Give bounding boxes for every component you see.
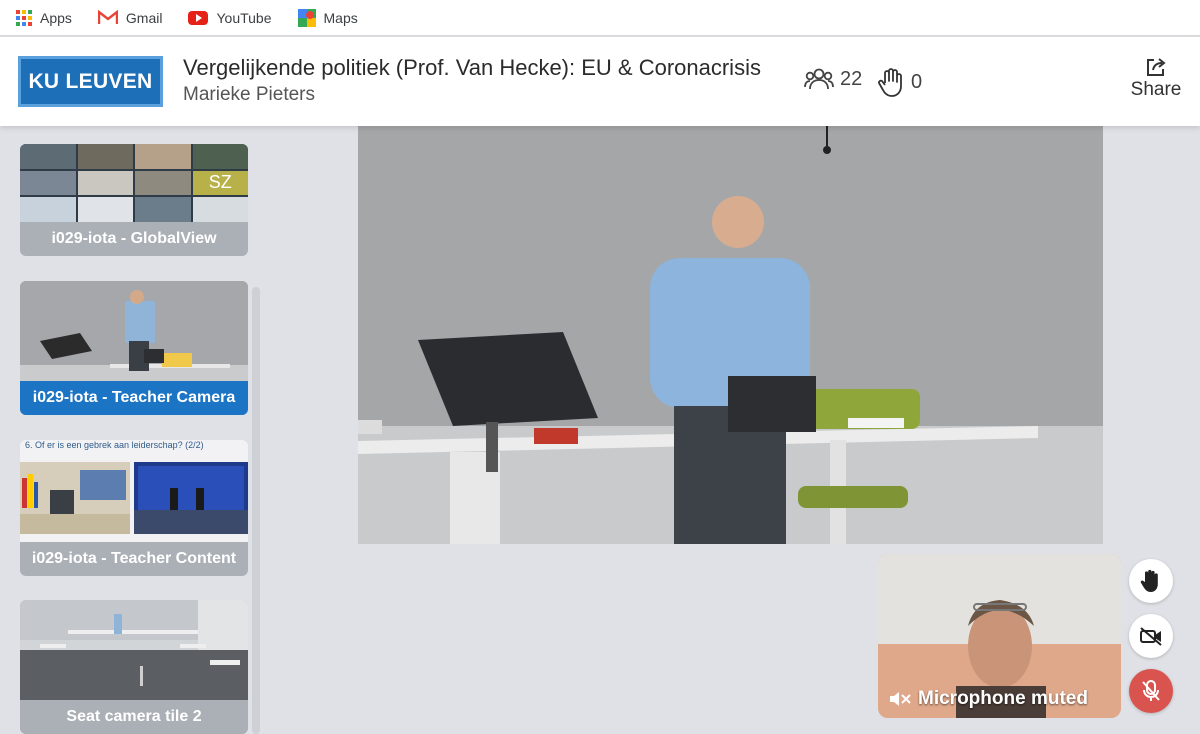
apps-grid-icon: [16, 9, 32, 26]
participants-count-value: 22: [840, 67, 863, 90]
sidebar-tile-teacher-camera[interactable]: i029-iota - Teacher Camera: [20, 281, 248, 415]
teacher-camera-thumbnail: [20, 281, 248, 381]
maps-icon: [297, 8, 316, 27]
bookmarks-bar: Apps Gmail YouTube Maps: [0, 0, 1200, 36]
slide-thumbnail: [20, 462, 248, 534]
speaker-muted-icon: [890, 692, 911, 706]
header: KU LEUVEN Vergelijkende politiek (Prof. …: [0, 37, 1200, 126]
mic-off-icon: [1142, 680, 1160, 701]
share-button[interactable]: Share: [1128, 57, 1184, 101]
presenter-name: Marieke Pieters: [183, 84, 315, 105]
ku-leuven-logo: KU LEUVEN: [18, 56, 163, 107]
raised-hands-count[interactable]: 0: [877, 67, 922, 97]
sidebar-scrollbar[interactable]: [252, 287, 260, 734]
participants-count[interactable]: 22: [804, 67, 862, 91]
bookmark-maps[interactable]: Maps: [297, 8, 358, 27]
self-view-video: Microphone muted: [878, 554, 1121, 718]
raise-hand-button[interactable]: [1129, 559, 1173, 603]
bookmark-label: Maps: [323, 9, 358, 26]
share-label: Share: [1130, 79, 1182, 100]
share-icon: [1147, 58, 1166, 76]
mic-toggle-button[interactable]: [1129, 669, 1173, 713]
sidebar-tile-globalview[interactable]: SZ i029-iota - GlobalView: [20, 144, 248, 256]
sidebar-tile-teacher-content[interactable]: 6. Of er is een gebrek aan leiderschap? …: [20, 440, 248, 576]
participant-initials: SZ: [192, 170, 248, 196]
microphone-muted-indicator: Microphone muted: [888, 688, 1088, 710]
microphone-muted-label: Microphone muted: [918, 688, 1088, 709]
participants-icon: [804, 68, 834, 90]
bookmark-gmail[interactable]: Gmail: [97, 9, 163, 26]
slide-caption: 6. Of er is een gebrek aan leiderschap? …: [25, 440, 204, 450]
tile-label: i029-iota - Teacher Content: [20, 542, 248, 576]
sidebar-tile-seat-camera-2[interactable]: Seat camera tile 2: [20, 600, 248, 734]
bookmark-label: Apps: [40, 9, 72, 26]
tile-label: i029-iota - GlobalView: [20, 222, 248, 256]
course-title: Vergelijkende politiek (Prof. Van Hecke)…: [183, 55, 761, 80]
lecture-video-frame: [358, 126, 1103, 544]
hand-icon: [878, 68, 902, 97]
gmail-icon: [97, 10, 118, 25]
seat-camera-thumbnail: [20, 600, 248, 700]
youtube-icon: [188, 10, 209, 25]
camera-toggle-button[interactable]: [1129, 614, 1173, 658]
raised-hands-value: 0: [911, 70, 923, 93]
camera-off-icon: [1140, 627, 1162, 646]
tile-label: Seat camera tile 2: [20, 700, 248, 734]
main-video-feed: [358, 126, 1103, 544]
hand-icon: [1140, 569, 1158, 592]
bookmark-label: Gmail: [125, 9, 163, 26]
bookmark-label: YouTube: [216, 9, 272, 26]
tile-label: i029-iota - Teacher Camera: [20, 381, 248, 415]
bookmark-youtube[interactable]: YouTube: [188, 9, 272, 26]
bookmark-apps[interactable]: Apps: [16, 9, 72, 26]
participants-grid-thumbnail: SZ: [20, 144, 248, 222]
